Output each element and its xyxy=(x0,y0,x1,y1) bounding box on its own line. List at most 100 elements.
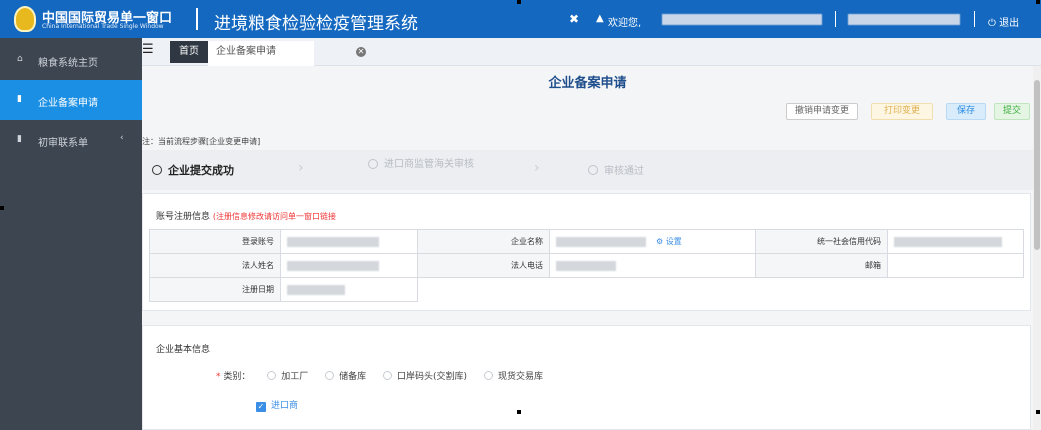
value-legal-phone xyxy=(549,253,756,278)
table-row: 法人姓名 法人电话 邮箱 xyxy=(149,253,1024,278)
page-title: 企业备案申请 xyxy=(548,76,627,91)
redacted-value xyxy=(287,236,379,247)
tab-bar: ☰ 首页 企业备案申请 ✕ xyxy=(142,38,1041,66)
value-login-account xyxy=(280,229,418,254)
step-customs-review: 进口商监管海关审核 xyxy=(368,159,476,171)
selection-handle xyxy=(0,206,4,210)
username-redacted xyxy=(662,14,822,25)
tab-label: 企业备案申请 xyxy=(216,46,276,57)
customs-emblem-logo xyxy=(14,6,36,32)
user-icon: ▲ xyxy=(596,13,604,24)
label-legal-name: 法人姓名 xyxy=(149,253,281,278)
radio-label: 加工厂 xyxy=(281,372,309,382)
sidebar-item-review-contact[interactable]: ▮ 初审联系单 ‹ xyxy=(0,120,142,160)
checkbox-checked-icon[interactable]: ✓ xyxy=(256,402,266,412)
selection-handle xyxy=(1036,0,1040,4)
redacted-value xyxy=(894,236,1002,247)
top-bar: 中国国际贸易单一窗口 China International Trade Sin… xyxy=(0,0,1041,38)
print-change-button[interactable]: 打印变更 xyxy=(871,103,933,120)
category-label: 类别： xyxy=(223,372,251,382)
label-register-date: 注册日期 xyxy=(149,277,281,302)
redacted-value xyxy=(287,260,379,271)
sidebar-item-label: 初审联系单 xyxy=(38,138,88,149)
setting-link[interactable]: ⚙ 设置 xyxy=(656,237,682,246)
basic-info-title: 企业基本信息 xyxy=(156,345,211,355)
step-submitted: 企业提交成功 xyxy=(152,162,234,178)
radio-processing-plant[interactable] xyxy=(267,371,277,380)
required-mark: * xyxy=(216,372,221,382)
account-info-hint[interactable]: (注册信息修改请访问单一窗口链接 xyxy=(213,212,336,221)
sidebar-item-home[interactable]: ⌂ 粮食系统主页 xyxy=(0,40,142,80)
redacted-value xyxy=(287,284,345,295)
table-row: 登录账号 企业名称 ⚙ 设置 统一社会信用代码 xyxy=(149,229,1024,254)
cancel-change-button[interactable]: 撤销申请变更 xyxy=(786,103,858,120)
step-label: 进口商监管海关审核 xyxy=(384,159,474,170)
label-legal-phone: 法人电话 xyxy=(417,253,550,278)
tab-home[interactable]: 首页 xyxy=(170,41,208,63)
logo-divider xyxy=(196,8,198,30)
radio-label: 口岸码头(交割库) xyxy=(397,372,468,382)
section-title: 账号注册信息 xyxy=(156,212,211,222)
selection-handle xyxy=(1036,410,1040,414)
sidebar: ⌂ 粮食系统主页 ▮ 企业备案申请 ▮ 初审联系单 ‹ xyxy=(0,38,142,430)
expand-icon[interactable]: ✖ xyxy=(569,12,579,26)
process-note: 注：当前流程步骤[企业变更申请] xyxy=(142,137,261,146)
welcome-text: 欢迎您, xyxy=(608,18,642,29)
home-icon: ⌂ xyxy=(17,54,23,64)
label-credit-code: 统一社会信用代码 xyxy=(755,229,888,254)
category-field: * 类别： 加工厂 储备库 口岸码头(交割库) 现货交易库 xyxy=(216,369,543,382)
redacted-value xyxy=(556,260,616,271)
chevron-left-icon: ‹ xyxy=(120,133,124,143)
label-company-name: 企业名称 xyxy=(417,229,550,254)
chevron-right-icon: › xyxy=(534,160,540,176)
circle-icon xyxy=(588,165,598,175)
account-info-title: 账号注册信息 (注册信息修改请访问单一窗口链接 xyxy=(156,209,336,222)
process-steps: 企业提交成功 › 进口商监管海关审核 › 审核通过 xyxy=(142,150,1033,190)
radio-label: 现货交易库 xyxy=(497,372,543,382)
sidebar-item-enterprise-filing[interactable]: ▮ 企业备案申请 xyxy=(0,80,142,120)
step-label: 企业提交成功 xyxy=(168,164,234,177)
account-info-table: 登录账号 企业名称 ⚙ 设置 统一社会信用代码 法人姓名 法人电话 邮箱 注册日… xyxy=(149,229,1024,302)
value-register-date xyxy=(280,277,418,302)
logo-text-en: China International Trade Single Window xyxy=(42,23,164,30)
step-label: 审核通过 xyxy=(604,166,644,177)
sidebar-item-label: 企业备案申请 xyxy=(38,98,98,109)
table-row: 注册日期 xyxy=(149,277,1024,302)
radio-port-terminal[interactable] xyxy=(383,371,393,380)
radio-label: 储备库 xyxy=(339,372,367,382)
value-company-name: ⚙ 设置 xyxy=(549,229,756,254)
value-credit-code xyxy=(887,229,1024,254)
radio-spot-trading-depot[interactable] xyxy=(483,371,493,380)
close-icon[interactable]: ✕ xyxy=(356,47,366,57)
org-redacted xyxy=(848,14,960,25)
header-divider xyxy=(974,11,975,27)
selection-handle xyxy=(517,0,521,4)
circle-icon xyxy=(368,159,378,169)
header-divider xyxy=(835,11,836,27)
menu-toggle-icon[interactable]: ☰ xyxy=(142,42,156,60)
gear-icon: ⚙ xyxy=(656,237,666,246)
radio-reserve-depot[interactable] xyxy=(325,371,335,380)
tab-enterprise-filing[interactable]: 企业备案申请 ✕ xyxy=(208,41,366,66)
selection-handle xyxy=(517,410,521,414)
list-icon: ▮ xyxy=(17,134,22,144)
label-login-account: 登录账号 xyxy=(149,229,281,254)
sidebar-item-label: 粮食系统主页 xyxy=(38,58,98,69)
logout-button[interactable]: ⏻ 退出 xyxy=(988,14,1019,29)
logout-label: 退出 xyxy=(999,18,1020,29)
label-email: 邮箱 xyxy=(755,253,888,278)
redacted-value xyxy=(556,236,646,247)
value-legal-name xyxy=(280,253,418,278)
save-button[interactable]: 保存 xyxy=(946,103,986,120)
value-email xyxy=(887,253,1024,278)
submit-button[interactable]: 提交 xyxy=(994,103,1030,120)
document-icon: ▮ xyxy=(17,94,22,104)
step-approved: 审核通过 xyxy=(588,162,644,177)
setting-link-label: 设置 xyxy=(665,237,682,246)
system-title: 进境粮食检验检疫管理系统 xyxy=(214,14,418,34)
circle-icon xyxy=(152,165,162,175)
power-icon: ⏻ xyxy=(988,18,1000,29)
scrollbar-thumb[interactable] xyxy=(1034,80,1040,250)
checkbox-label: 进口商 xyxy=(271,401,299,411)
importer-checkbox-field[interactable]: ✓ 进口商 xyxy=(256,398,298,412)
